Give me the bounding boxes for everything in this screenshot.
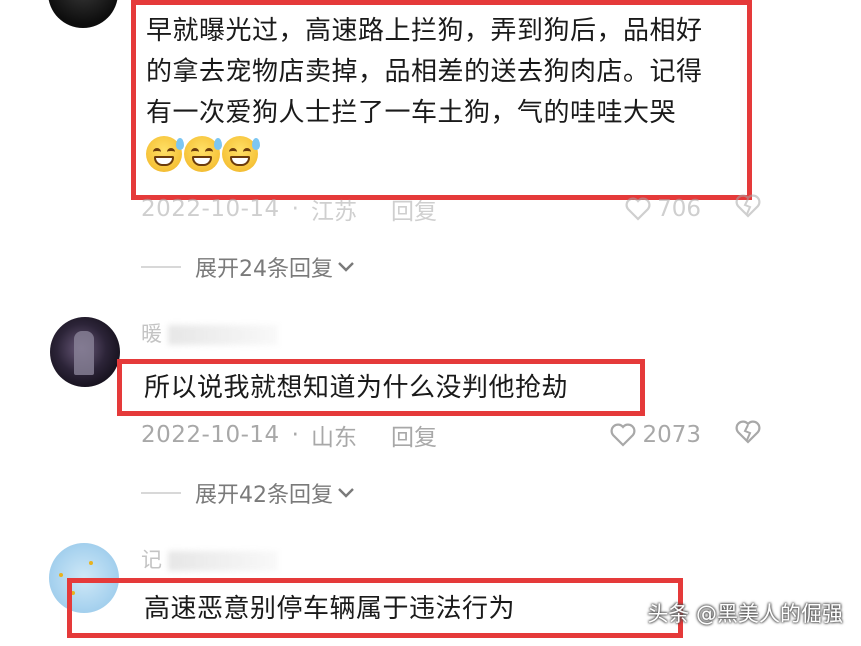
avatar[interactable] bbox=[50, 317, 120, 387]
reply-button[interactable]: 回复 bbox=[391, 418, 437, 452]
comment-meta: 2022-10-14 · 江苏 回复 706 bbox=[141, 192, 761, 226]
laugh-sweat-emoji-icon bbox=[146, 136, 184, 172]
comment-line: 有一次爱狗人士拦了一车土狗，气的哇哇大哭 bbox=[146, 98, 677, 128]
expand-replies-button[interactable]: 展开24条回复 bbox=[141, 251, 355, 283]
comment-text: 高速恶意别停车辆属于违法行为 bbox=[144, 594, 516, 624]
heart-icon bbox=[610, 423, 636, 447]
laugh-sweat-emoji-icon bbox=[184, 136, 222, 172]
broken-heart-icon bbox=[735, 420, 761, 444]
comment-date: 2022-10-14 bbox=[141, 422, 280, 448]
laugh-sweat-emoji-icon bbox=[222, 136, 260, 172]
comment-text: 早就曝光过，高速路上拦狗，弄到狗后，品相好 的拿去宠物店卖掉，品相差的送去狗肉店… bbox=[146, 11, 747, 134]
blurred-username bbox=[168, 551, 278, 571]
separator: · bbox=[291, 196, 299, 222]
watermark: 头条 @黑美人的倔强 bbox=[647, 602, 843, 626]
username-text: 记 bbox=[141, 548, 162, 572]
expand-replies-label: 展开24条回复 bbox=[195, 257, 333, 282]
comment-line: 的拿去宠物店卖掉，品相差的送去狗肉店。记得 bbox=[146, 57, 703, 87]
like-button[interactable]: 706 bbox=[625, 196, 701, 222]
username[interactable]: 暖 bbox=[141, 318, 278, 348]
avatar[interactable] bbox=[48, 0, 118, 28]
like-button[interactable]: 2073 bbox=[610, 422, 701, 448]
comment-date: 2022-10-14 bbox=[141, 196, 280, 222]
comment-meta: 2022-10-14 · 山东 回复 2073 bbox=[141, 418, 761, 452]
comment-highlight-box: 高速恶意别停车辆属于违法行为 bbox=[67, 578, 683, 638]
like-count: 706 bbox=[657, 196, 701, 222]
comment-location: 江苏 bbox=[310, 199, 357, 225]
broken-heart-icon bbox=[735, 194, 761, 218]
comment-highlight-box: 所以说我就想知道为什么没判他抢劫 bbox=[117, 359, 645, 416]
heart-icon bbox=[625, 197, 651, 221]
dislike-button[interactable] bbox=[735, 420, 761, 450]
username[interactable]: 记 bbox=[141, 544, 278, 574]
divider-line bbox=[141, 492, 181, 494]
chevron-down-icon bbox=[337, 258, 355, 277]
chevron-down-icon bbox=[337, 484, 355, 503]
comment-highlight-box: 早就曝光过，高速路上拦狗，弄到狗后，品相好 的拿去宠物店卖掉，品相差的送去狗肉店… bbox=[131, 0, 752, 200]
comment-text: 所以说我就想知道为什么没判他抢劫 bbox=[144, 373, 569, 403]
reply-button[interactable]: 回复 bbox=[391, 192, 437, 226]
divider-line bbox=[141, 266, 181, 268]
expand-replies-label: 展开42条回复 bbox=[195, 483, 333, 508]
like-count: 2073 bbox=[642, 422, 701, 448]
dislike-button[interactable] bbox=[735, 194, 761, 224]
expand-replies-button[interactable]: 展开42条回复 bbox=[141, 477, 355, 509]
comment-line: 早就曝光过，高速路上拦狗，弄到狗后，品相好 bbox=[146, 16, 703, 46]
comment-location: 山东 bbox=[310, 425, 357, 451]
blurred-username bbox=[168, 325, 278, 345]
separator: · bbox=[291, 422, 299, 448]
emoji-row bbox=[146, 136, 747, 172]
username-text: 暖 bbox=[141, 322, 162, 346]
